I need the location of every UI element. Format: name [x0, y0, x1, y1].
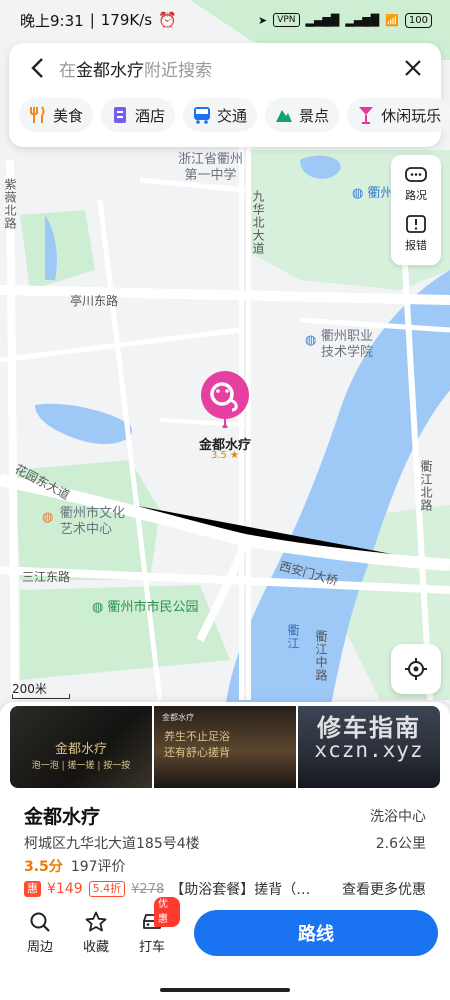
- wifi-icon: 📶: [385, 13, 399, 27]
- deal-tag: 惠: [24, 881, 41, 897]
- photo2-line2: 还有舒心搓背: [164, 746, 230, 759]
- road-label-ziwei: 紫薇北路: [3, 178, 17, 230]
- poi-type: 洗浴中心: [370, 809, 426, 825]
- taxi-button[interactable]: 优惠 打车: [124, 897, 180, 955]
- signal-icon: ▂▄▆█: [305, 13, 340, 27]
- search-card: 在金都水疗附近搜索 美食 酒店 交通 景点 休闲玩乐: [9, 43, 450, 147]
- poi-distance: 2.6公里: [375, 836, 426, 852]
- chevron-left-icon: [31, 58, 43, 78]
- alert-icon: [406, 215, 426, 233]
- fork-knife-icon: [29, 106, 47, 124]
- poi-photo-1[interactable]: 金都水疗 泡一泡 | 搓一搓 | 按一按: [10, 706, 152, 788]
- chat-bubble-icon: [405, 167, 427, 182]
- close-icon: [405, 60, 421, 76]
- cocktail-icon: [357, 106, 375, 124]
- category-scenic[interactable]: 景点: [265, 98, 340, 132]
- route-button[interactable]: 路线: [194, 910, 438, 956]
- photo2-line1: 养生不止足浴: [164, 730, 230, 743]
- watermark-en: xczn.xyz: [314, 738, 424, 762]
- poi-reviews: 197评价: [70, 859, 126, 875]
- poi-map-pin[interactable]: [200, 370, 250, 430]
- nearby-button[interactable]: 周边: [12, 911, 68, 955]
- taxi-promo-badge: 优惠: [154, 897, 180, 927]
- alarm-icon: ⏰: [158, 11, 177, 29]
- hotel-icon: [111, 106, 129, 124]
- deal-price: ¥149: [47, 881, 83, 897]
- road-label-jiuhua: 九华北大道: [251, 190, 265, 255]
- category-food[interactable]: 美食: [19, 98, 94, 132]
- road-label-tingchuan: 亭川东路: [70, 294, 119, 308]
- more-deals-link[interactable]: 查看更多优惠: [342, 879, 426, 899]
- star-icon: [85, 911, 107, 932]
- poi-score: 3.5分: [24, 859, 63, 875]
- search-icon: [30, 912, 50, 932]
- poi-rating-row[interactable]: 3.5分 197评价: [24, 856, 126, 876]
- river-label: 衢江: [286, 624, 300, 650]
- report-button[interactable]: 报错: [405, 215, 427, 253]
- map-label-school[interactable]: 浙江省衢州 第一中学: [178, 152, 243, 183]
- poi-address: 柯城区九华北大道185号4楼: [24, 836, 200, 852]
- map-label-culture[interactable]: ◍ 衢州市文化 艺术中心: [42, 506, 125, 537]
- category-transport[interactable]: 交通: [183, 98, 258, 132]
- battery-indicator: 100: [404, 12, 432, 28]
- deal-old-price: ¥278: [131, 881, 165, 897]
- deal-row[interactable]: 惠 ¥149 5.4折 ¥278 【助浴套餐】搓背（… 查看更多优惠: [24, 879, 426, 899]
- close-button[interactable]: [399, 54, 427, 82]
- map-tool-panel: 路况 报错: [391, 155, 441, 265]
- traffic-button[interactable]: 路况: [405, 167, 427, 203]
- photo-strip[interactable]: 金都水疗 泡一泡 | 搓一搓 | 按一按 金都水疗 养生不止足浴 还有舒心搓背 …: [10, 706, 440, 788]
- photo1-title: 金都水疗: [54, 742, 107, 757]
- action-bar: 周边 收藏 优惠 打车 路线: [0, 897, 450, 968]
- map-label-quzhou[interactable]: ◍ 衢州: [352, 186, 394, 202]
- category-hotel[interactable]: 酒店: [101, 98, 176, 132]
- road-label-qujiang-north: 衢江北路: [419, 460, 433, 512]
- photo2-title: 金都水疗: [162, 713, 194, 722]
- status-speed: 179K/s: [100, 11, 153, 29]
- poi-name: 金都水疗: [24, 806, 101, 828]
- signal2-icon: ▂▄▆█: [345, 13, 380, 27]
- locate-button[interactable]: [391, 644, 441, 694]
- photo1-sub: 泡一泡 | 搓一搓 | 按一按: [31, 761, 131, 771]
- search-input[interactable]: 在金都水疗附近搜索: [59, 56, 399, 81]
- deal-discount: 5.4折: [88, 881, 126, 897]
- mountain-icon: [275, 106, 293, 124]
- road-label-sanjiang: 三江东路: [22, 570, 71, 584]
- road-label-qujiang-mid: 衢江中路: [314, 630, 328, 682]
- home-indicator[interactable]: [160, 988, 290, 992]
- favorite-button[interactable]: 收藏: [68, 911, 124, 955]
- pin-marker-icon: [201, 371, 249, 430]
- status-time: 晚上9:31: [20, 11, 84, 30]
- deal-description: 【助浴套餐】搓背（…: [170, 882, 311, 898]
- pin-rating: 3.5 ★: [210, 450, 240, 461]
- map-scale-bar: [12, 694, 70, 699]
- location-arrow-icon: ➤: [257, 13, 268, 27]
- map-label-park[interactable]: ◍ 衢州市市民公园: [92, 600, 199, 616]
- map-label-vocational[interactable]: ◍ 衢州职业 技术学院: [305, 329, 373, 360]
- bus-icon: [193, 106, 211, 124]
- status-bar: 晚上9:31 | 179K/s ⏰ ➤ VPN ▂▄▆█ ▂▄▆█ 📶 100: [0, 0, 450, 40]
- back-button[interactable]: [23, 54, 51, 82]
- category-leisure[interactable]: 休闲玩乐: [347, 98, 450, 132]
- poi-photo-2[interactable]: 金都水疗 养生不止足浴 还有舒心搓背: [154, 706, 296, 788]
- poi-photo-3[interactable]: 修车指南 xczn.xyz: [298, 706, 440, 788]
- crosshair-icon: [405, 658, 427, 680]
- category-row: 美食 酒店 交通 景点 休闲玩乐: [9, 93, 450, 137]
- vpn-badge: VPN: [273, 13, 300, 27]
